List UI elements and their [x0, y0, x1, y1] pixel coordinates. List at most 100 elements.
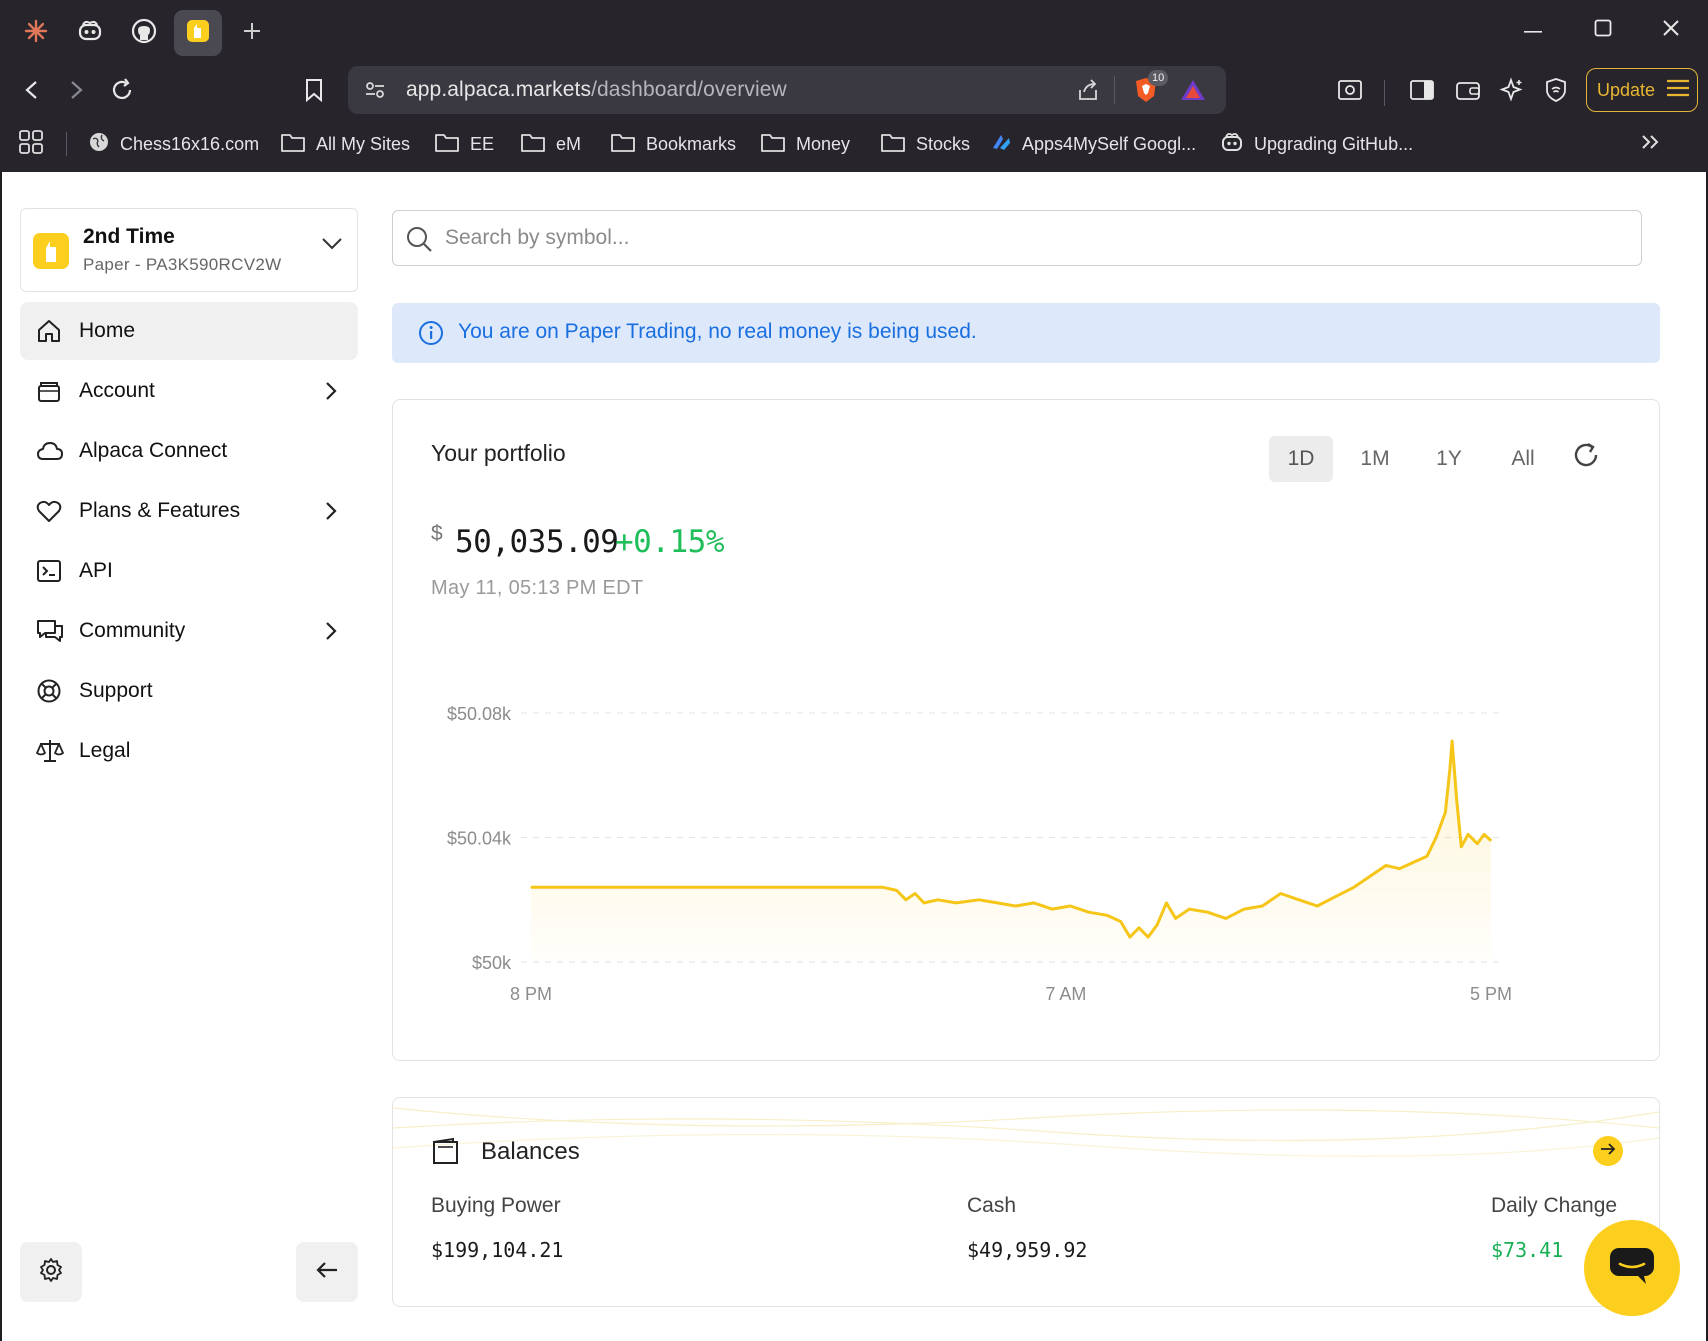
apps-grid-button[interactable] [18, 129, 44, 158]
arrow-right-icon [66, 79, 86, 106]
claude-icon [24, 19, 48, 48]
double-chevron-right-icon [1640, 133, 1660, 156]
github-icon [131, 18, 157, 49]
cash-label: Cash [967, 1194, 1017, 1217]
sidebar-item-legal[interactable]: Legal [20, 722, 358, 780]
chart-point [1476, 843, 1478, 845]
address-bar[interactable]: app.alpaca.markets/dashboard/overview 10 [348, 66, 1226, 114]
reader-mode-button[interactable] [1330, 72, 1370, 112]
minimize-button[interactable] [1508, 10, 1558, 50]
url-path: /dashboard/overview [591, 78, 787, 101]
sidebar-item-account[interactable]: Account [20, 362, 358, 420]
bookmark-label: Stocks [916, 133, 971, 154]
bookmark-item[interactable]: Apps4MySelf Googl... [990, 130, 1196, 158]
chart-point [1106, 914, 1108, 916]
chart-point [1165, 902, 1167, 904]
sidebar-item-home[interactable]: Home [20, 302, 358, 360]
y-tick-label: $50k [472, 953, 512, 973]
chart-point [1490, 840, 1492, 842]
more-bookmarks-button[interactable] [1640, 130, 1660, 158]
update-button[interactable]: Update [1586, 68, 1698, 112]
wallet-icon [1455, 79, 1481, 106]
tab-github[interactable] [120, 10, 168, 56]
tab-copilot[interactable] [66, 10, 114, 56]
home-icon [36, 318, 62, 344]
search-input[interactable] [445, 221, 1625, 255]
chart-point [1444, 812, 1446, 814]
bookmark-item[interactable]: Stocks [880, 130, 970, 158]
chart-point [1243, 908, 1245, 910]
new-tab-button[interactable] [228, 10, 276, 56]
bookmark-item[interactable]: Upgrading GitHub... [1220, 130, 1413, 158]
chat-support-button[interactable] [1584, 1220, 1680, 1316]
maximize-button[interactable] [1578, 10, 1628, 50]
settings-button[interactable] [20, 1242, 82, 1302]
chart-point [1412, 861, 1414, 863]
bookmark-label: Money [796, 133, 851, 154]
cloud-icon [36, 438, 63, 464]
chart-point [1129, 936, 1131, 938]
bookmark-item[interactable]: Chess16x16.com [88, 130, 259, 158]
bookmark-item[interactable]: Money [760, 130, 850, 158]
bookmark-item[interactable]: All My Sites [280, 130, 410, 158]
tab-claude[interactable] [12, 10, 60, 56]
chart-point [1467, 833, 1469, 835]
sidebar-item-label: Home [79, 319, 136, 342]
bookmark-label: eM [556, 133, 582, 154]
chart-point [1335, 896, 1337, 898]
chart-point [1138, 927, 1140, 929]
sidebar-icon [1409, 79, 1435, 106]
chart-point [1399, 868, 1401, 870]
bookmark-item[interactable]: EE [434, 130, 494, 158]
bookmark-page-button[interactable] [294, 72, 334, 112]
chart-point [530, 886, 532, 888]
balances-card: Balances Buying Power $199,104.21 Cash $… [392, 1097, 1660, 1307]
plus-icon [242, 21, 262, 46]
sidebar-toggle-button[interactable] [1402, 72, 1442, 112]
balances-details-button[interactable] [1593, 1136, 1623, 1166]
menu-icon [1665, 78, 1691, 103]
back-button[interactable] [12, 72, 52, 112]
chat-bubbles-icon [36, 618, 63, 644]
folder-icon [610, 131, 636, 158]
chart-point [1353, 886, 1355, 888]
wallet-button[interactable] [1448, 72, 1488, 112]
copilot-icon [1220, 131, 1244, 158]
share-icon[interactable] [1076, 78, 1100, 107]
url-host: app.alpaca.markets [406, 78, 592, 101]
tab-alpaca-active[interactable] [174, 10, 222, 56]
url-divider [1114, 76, 1115, 104]
arrow-left-icon [22, 79, 42, 106]
site-settings-icon[interactable] [364, 80, 386, 105]
portfolio-chart[interactable]: $50.08k $50.04k $50k 8 PM 7 AM 5 PM [393, 400, 1659, 1060]
chart-point [996, 902, 998, 904]
bookmark-item[interactable]: Bookmarks [610, 130, 736, 158]
forward-button[interactable] [56, 72, 96, 112]
sidebar-item-alpaca-connect[interactable]: Alpaca Connect [20, 422, 358, 480]
chart-point [1316, 905, 1318, 907]
chart-point [1188, 908, 1190, 910]
chevron-down-icon [321, 237, 343, 256]
sidebar-item-plans-features[interactable]: Plans & Features [20, 482, 358, 540]
sidebar-item-community[interactable]: Community [20, 602, 358, 660]
chart-point [1147, 936, 1149, 938]
search-icon [405, 225, 433, 258]
leo-ai-button[interactable] [1492, 72, 1532, 112]
sidebar-item-label: Plans & Features [79, 499, 241, 522]
symbol-search[interactable] [392, 210, 1642, 266]
bookmark-item[interactable]: eM [520, 130, 581, 158]
brave-rewards-icon[interactable] [1180, 78, 1206, 107]
sidebar-item-api[interactable]: API [20, 542, 358, 600]
close-window-button[interactable] [1646, 10, 1696, 50]
chart-point [690, 886, 692, 888]
collapse-sidebar-button[interactable] [296, 1242, 358, 1302]
reload-button[interactable] [102, 72, 142, 112]
x-tick-label: 5 PM [1470, 984, 1512, 1004]
sidebar-item-support[interactable]: Support [20, 662, 358, 720]
buying-power-value: $199,104.21 [431, 1238, 564, 1262]
vpn-button[interactable] [1536, 72, 1576, 112]
account-switcher[interactable]: 2nd Time Paper - PA3K590RCV2W [20, 208, 358, 292]
chart-point [1298, 899, 1300, 901]
chart-point [978, 899, 980, 901]
chart-point [905, 899, 907, 901]
